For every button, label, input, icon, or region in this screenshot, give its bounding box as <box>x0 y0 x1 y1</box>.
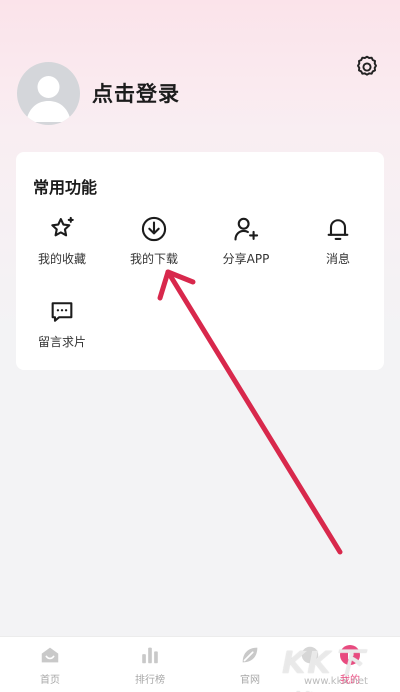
func-label: 我的收藏 <box>37 252 86 266</box>
download-icon <box>141 216 167 242</box>
tab-home[interactable]: 首页 <box>10 643 90 691</box>
tab-label: 我的 <box>340 675 360 686</box>
leaf-icon <box>242 647 258 663</box>
func-item-share-app[interactable]: 分享APP <box>200 214 292 274</box>
tab-mine[interactable]: 我的 <box>310 643 390 691</box>
func-label: 分享APP <box>222 252 270 266</box>
profile-login[interactable]: 点击登录 <box>17 60 180 126</box>
home-icon <box>41 647 59 663</box>
share-user-icon <box>234 217 259 241</box>
avatar[interactable] <box>17 61 80 125</box>
func-item-downloads[interactable]: 我的下载 <box>108 214 200 274</box>
func-label: 我的下载 <box>129 252 178 266</box>
bottom-tab-bar: 首页 排行榜 官网 我的 <box>0 636 400 692</box>
tab-label: 排行榜 <box>135 675 165 686</box>
tab-label: 首页 <box>40 675 60 686</box>
settings-button[interactable] <box>352 52 382 82</box>
tab-label: 官网 <box>240 675 260 686</box>
card-title: 常用功能 <box>33 178 98 197</box>
func-item-request-movie[interactable]: 留言求片 <box>16 297 108 357</box>
login-text[interactable]: 点击登录 <box>92 78 180 108</box>
func-label: 留言求片 <box>37 335 86 349</box>
common-functions-card: 常用功能 我的收藏 我的下载 分享APP 消息 留言求片 <box>16 152 384 370</box>
star-icon <box>51 216 74 237</box>
default-avatar-icon <box>26 75 71 122</box>
rank-icon <box>142 647 158 664</box>
message-icon <box>51 302 73 322</box>
func-item-favorites[interactable]: 我的收藏 <box>16 214 108 274</box>
profile-icon <box>340 645 360 665</box>
func-item-messages[interactable]: 消息 <box>292 214 384 274</box>
bell-icon <box>327 219 349 240</box>
tab-ranking[interactable]: 排行榜 <box>110 643 190 691</box>
gear-icon <box>357 55 377 76</box>
func-label: 消息 <box>325 252 350 266</box>
